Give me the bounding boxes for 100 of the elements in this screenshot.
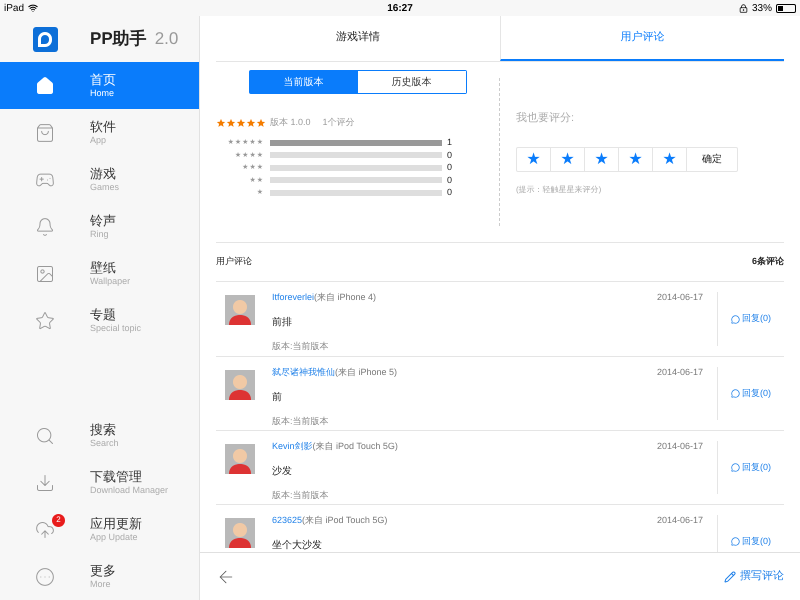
battery-percent: 33% <box>752 2 772 16</box>
nav-label: 搜索 <box>90 422 117 438</box>
nav-item[interactable]: 游戏 Games <box>0 156 199 203</box>
nav-sublabel: Ring <box>90 229 110 240</box>
device-info: (来自 iPod Touch 5G) <box>302 514 388 527</box>
comment-date: 2014-06-17 <box>656 440 703 453</box>
nav-sublabel: Special topic <box>90 323 142 334</box>
nav-item[interactable]: 下载管理 Download Manager <box>0 459 199 506</box>
nav-sublabel: App <box>90 135 108 146</box>
search-icon <box>35 426 55 446</box>
chat-bubble-icon <box>731 537 740 546</box>
nav-item[interactable]: 专题 Special topic <box>0 297 199 344</box>
star-button[interactable]: ★ <box>517 148 551 170</box>
clock: 16:27 <box>387 2 413 16</box>
nav-sublabel: More <box>90 579 112 590</box>
comments-title: 用户评论 <box>216 255 252 268</box>
write-review-button[interactable]: 撰写评论 <box>724 568 784 585</box>
home-icon <box>35 76 55 96</box>
nav-item[interactable]: 首页 Home <box>0 62 199 109</box>
nav-item[interactable]: 软件 App <box>0 109 199 156</box>
nav-sublabel: Home <box>90 88 116 100</box>
nav-label: 壁纸 <box>90 260 117 276</box>
device-info: (来自 iPhone 4) <box>314 291 376 304</box>
nav-item[interactable]: 更多 More <box>0 553 199 600</box>
nav-label: 应用更新 <box>90 516 142 532</box>
nav-sublabel: Games <box>90 182 120 194</box>
rating-bar-count: 0 <box>447 161 452 174</box>
star-icon <box>35 310 55 330</box>
notification-badge: 2 <box>52 514 65 526</box>
user-name[interactable]: Kevin剑影 <box>272 440 313 454</box>
rating-bar-count: 1 <box>447 136 452 149</box>
nav-label: 铃声 <box>90 212 116 229</box>
tab[interactable]: 用户评论 <box>500 16 784 61</box>
app-version: 2.0 <box>154 28 178 50</box>
comment-date: 2014-06-17 <box>656 514 703 527</box>
star-button[interactable]: ★ <box>585 148 619 170</box>
nav-label: 软件 <box>90 118 116 135</box>
reply-button[interactable]: 回复(0) <box>731 460 771 474</box>
comment-text: 坐个大沙发 <box>272 538 323 552</box>
device-name: iPad <box>4 2 24 16</box>
comment-version: 版本:当前版本 <box>272 488 330 502</box>
user-name[interactable]: 623625 <box>272 514 302 528</box>
segment-tab[interactable]: 当前版本 <box>250 71 358 93</box>
nav-sublabel: Wallpaper <box>90 276 130 288</box>
segment-tab[interactable]: 历史版本 <box>358 71 466 93</box>
nav-sublabel: Search <box>90 438 119 450</box>
user-name[interactable]: 弑尽诸神我惟仙 <box>272 366 335 380</box>
avatar <box>225 295 255 325</box>
download-icon <box>35 472 55 492</box>
version-label: 版本 1.0.0 <box>270 116 311 129</box>
confirm-button[interactable]: 确定 <box>687 148 737 170</box>
device-info: (来自 iPhone 5) <box>335 366 398 379</box>
battery-icon <box>776 4 796 12</box>
app-logo <box>32 26 58 52</box>
rating-count: 1个评分 <box>322 116 355 129</box>
nav-item[interactable]: 铃声 Ring <box>0 203 199 250</box>
wifi-icon <box>28 3 38 13</box>
star-button[interactable]: ★ <box>619 148 653 170</box>
reply-button[interactable]: 回复(0) <box>731 312 771 326</box>
nav-label: 更多 <box>90 562 116 579</box>
pencil-icon <box>724 570 736 582</box>
chat-bubble-icon <box>731 389 740 398</box>
bell-icon <box>35 216 55 236</box>
comment-date: 2014-06-17 <box>656 366 703 379</box>
comments-count: 6条评论 <box>752 255 784 268</box>
more-icon <box>35 566 55 586</box>
bag-icon <box>35 122 55 142</box>
tab[interactable]: 游戏详情 <box>216 16 500 61</box>
nav-item[interactable]: 壁纸 Wallpaper <box>0 250 199 297</box>
nav-item[interactable]: 2 应用更新 App Update <box>0 506 199 553</box>
app-name: PP助手 <box>90 28 147 50</box>
nav-sublabel: Download Manager <box>90 485 168 496</box>
nav-label: 首页 <box>90 72 116 88</box>
reply-button[interactable]: 回复(0) <box>731 534 771 548</box>
rating-bar-count: 0 <box>447 148 452 162</box>
device-info: (来自 iPod Touch 5G) <box>312 440 398 453</box>
star-icon <box>246 118 256 128</box>
nav-label: 专题 <box>90 306 117 323</box>
rating-hint: (提示：轻触星星来评分) <box>516 184 602 196</box>
star-button[interactable]: ★ <box>653 148 687 170</box>
star-icon <box>236 118 246 128</box>
star-icon <box>226 118 236 128</box>
nav-sublabel: App Update <box>90 532 139 544</box>
user-name[interactable]: Itforeverlei <box>272 291 314 304</box>
avatar <box>225 444 255 474</box>
nav-item[interactable]: 搜索 Search <box>0 412 199 459</box>
upload-cloud-icon <box>35 520 55 540</box>
nav-label: 游戏 <box>90 166 117 182</box>
comment-text: 前排 <box>272 316 293 330</box>
comment-version: 版本:当前版本 <box>272 340 330 352</box>
nav-label: 下载管理 <box>90 468 143 485</box>
star-button[interactable]: ★ <box>551 148 585 170</box>
picture-icon <box>35 264 55 284</box>
star-icon <box>216 118 226 128</box>
star-icon <box>256 118 266 128</box>
reply-button[interactable]: 回复(0) <box>731 386 771 400</box>
chat-bubble-icon <box>731 463 740 472</box>
rating-bar-count: 0 <box>447 186 452 199</box>
chat-bubble-icon <box>731 314 740 324</box>
comment-date: 2014-06-17 <box>656 291 703 304</box>
